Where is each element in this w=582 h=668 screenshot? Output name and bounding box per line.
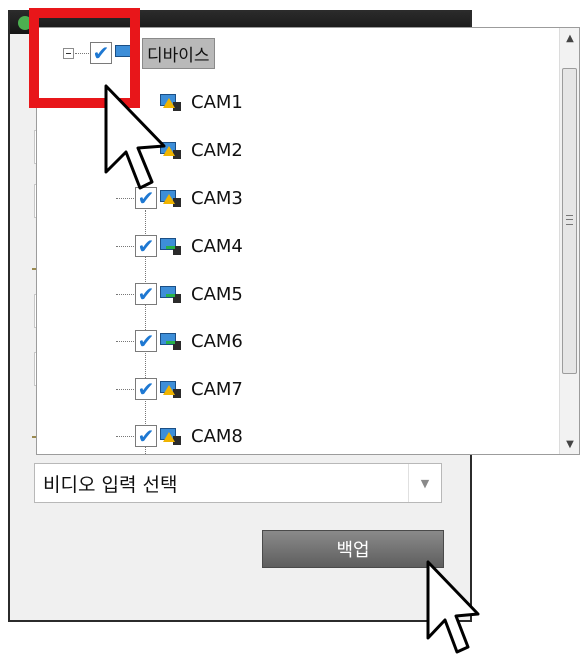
mouse-cursor-icon	[104, 84, 166, 190]
tree-item-label: CAM2	[191, 139, 243, 161]
tree-branch-line	[116, 435, 134, 437]
tree-scrollbar[interactable]: ▲ ▼	[559, 28, 579, 454]
grip-icon	[566, 215, 573, 225]
tree-item-cam7[interactable]: ✔ CAM7	[115, 367, 243, 411]
scroll-down-icon[interactable]: ▼	[560, 434, 579, 454]
tree-branch-line	[116, 293, 134, 295]
tree-item-label: CAM6	[191, 330, 243, 352]
tree-item-label: CAM8	[191, 425, 243, 447]
camera-warning-icon	[159, 426, 181, 446]
cam-checkbox[interactable]: ✔	[135, 235, 157, 257]
checkmark-icon: ✔	[137, 234, 155, 258]
cam-checkbox[interactable]: ✔	[135, 283, 157, 305]
mouse-cursor-icon-2	[426, 560, 480, 654]
checkmark-icon: ✔	[137, 282, 155, 306]
tree-root-label[interactable]: 디바이스	[142, 37, 215, 69]
checkmark-icon: ✔	[137, 377, 155, 401]
tree-branch-line	[116, 388, 134, 390]
tree-item-cam8[interactable]: ✔ CAM8	[115, 414, 243, 454]
tree-item-cam4[interactable]: ✔ CAM4	[115, 224, 243, 268]
tree-item-label: CAM3	[191, 187, 243, 209]
checkmark-icon: ✔	[137, 329, 155, 353]
camera-online-icon	[159, 236, 181, 256]
tree-item-cam5[interactable]: ✔ CAM5	[115, 272, 243, 316]
cam-checkbox[interactable]: ✔	[135, 330, 157, 352]
video-input-select[interactable]: 비디오 입력 선택 ▼	[34, 463, 442, 503]
tree-item-label: CAM4	[191, 235, 243, 257]
tree-item-cam6[interactable]: ✔ CAM6	[115, 319, 243, 363]
tree-item-label: CAM7	[191, 378, 243, 400]
video-input-select-value: 비디오 입력 선택	[43, 473, 178, 496]
tree-branch-line	[116, 245, 134, 247]
scroll-up-icon[interactable]: ▲	[560, 28, 579, 48]
camera-online-icon	[159, 284, 181, 304]
tree-item-label: CAM1	[191, 91, 243, 113]
backup-button[interactable]: 백업	[262, 530, 444, 568]
cam-checkbox[interactable]: ✔	[135, 425, 157, 447]
scroll-thumb[interactable]	[562, 68, 577, 374]
camera-online-icon	[159, 331, 181, 351]
checkmark-icon: ✔	[137, 424, 155, 448]
tree-branch-line	[116, 340, 134, 342]
dropdown-arrow-icon[interactable]: ▼	[408, 464, 441, 502]
cam-checkbox[interactable]: ✔	[135, 378, 157, 400]
camera-warning-icon	[159, 379, 181, 399]
tree-item-label: CAM5	[191, 283, 243, 305]
